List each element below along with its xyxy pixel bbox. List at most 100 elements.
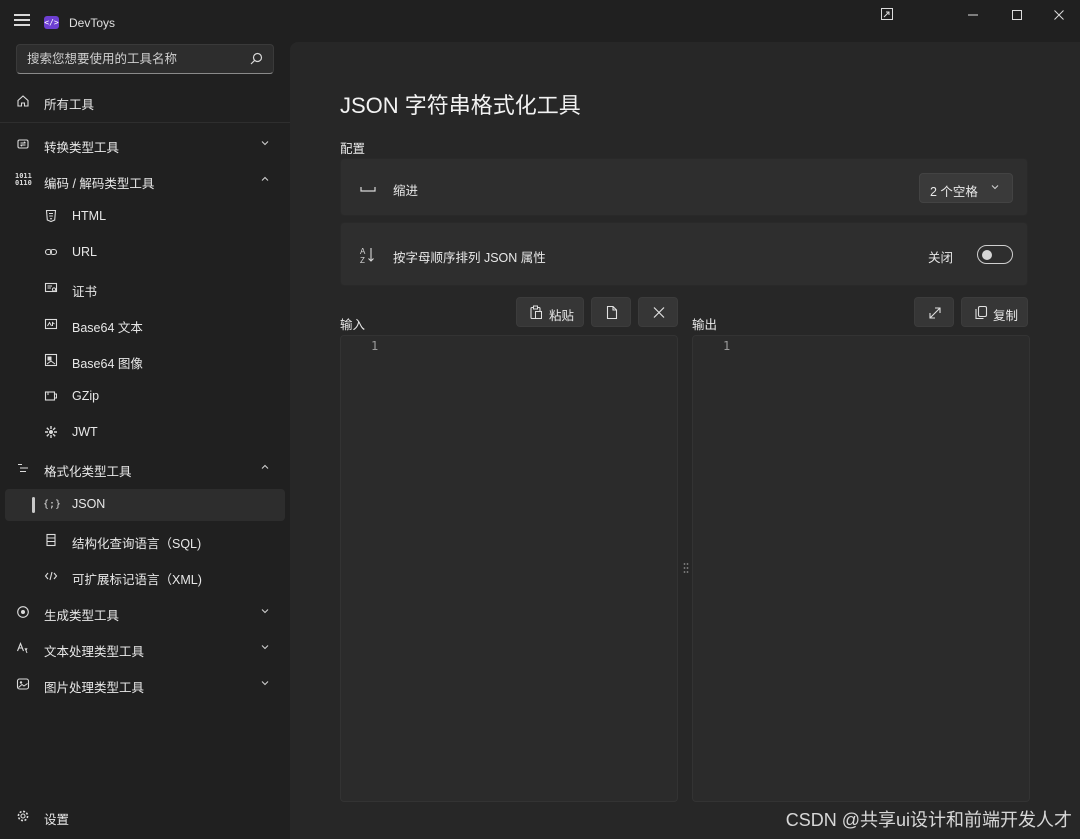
gear-icon: [15, 809, 31, 825]
chevron-up-icon: [259, 462, 271, 474]
sidebar-item-label: 编码 / 解码类型工具: [44, 177, 155, 191]
svg-text:Z: Z: [360, 256, 365, 264]
paste-label: 粘贴: [549, 309, 575, 323]
search-input[interactable]: [25, 50, 245, 68]
link-icon: [43, 245, 59, 261]
copy-label: 复制: [993, 309, 1019, 323]
input-label: 输入: [340, 318, 366, 332]
sidebar-item-label: URL: [72, 245, 98, 259]
output-label: 输出: [692, 318, 718, 332]
chevron-down-icon: [259, 642, 271, 654]
svg-text:A: A: [360, 247, 366, 256]
clear-button[interactable]: [638, 297, 678, 327]
sidebar-item-label: 格式化类型工具: [44, 465, 132, 479]
hamburger-menu-icon[interactable]: [14, 14, 30, 26]
sidebar-item-label: JWT: [72, 425, 98, 439]
sidebar-item-text[interactable]: 文本处理类型工具: [5, 633, 285, 665]
sidebar-item-label: Base64 文本: [72, 321, 143, 335]
input-editor[interactable]: 1: [340, 335, 678, 802]
divider: [0, 122, 290, 123]
sidebar-item-label: 文本处理类型工具: [44, 645, 145, 659]
sidebar-item-label: 生成类型工具: [44, 609, 120, 623]
sidebar-item-xml[interactable]: 可扩展标记语言（XML): [5, 561, 285, 593]
copy-button[interactable]: 复制: [961, 297, 1028, 327]
sidebar-item-label: 结构化查询语言（SQL): [72, 537, 202, 551]
indent-dropdown[interactable]: 2 个空格: [919, 173, 1013, 203]
open-file-button[interactable]: [591, 297, 631, 327]
sidebar-item-label: 图片处理类型工具: [44, 681, 145, 695]
jwt-icon: [43, 425, 59, 441]
sidebar-item-certificate[interactable]: 证书: [5, 273, 285, 305]
generator-icon: [15, 605, 31, 621]
sidebar-item-all-tools[interactable]: 所有工具: [5, 86, 285, 118]
chevron-up-icon: [259, 174, 271, 186]
sort-toggle-state: 关闭: [927, 251, 953, 265]
indent-value: 2 个空格: [930, 185, 978, 199]
sort-toggle-switch[interactable]: [977, 245, 1013, 264]
sidebar-item-html[interactable]: HTML: [5, 201, 285, 233]
sidebar-item-label: 设置: [44, 813, 70, 827]
home-icon: [15, 94, 31, 110]
search-box[interactable]: [16, 44, 274, 74]
minimize-icon[interactable]: [956, 4, 990, 28]
indent-label: 缩进: [393, 184, 419, 198]
sidebar-item-label: JSON: [72, 497, 106, 511]
close-icon: [652, 305, 666, 320]
sidebar-item-formatters[interactable]: 格式化类型工具: [5, 453, 285, 485]
sidebar-item-settings[interactable]: 设置: [5, 801, 285, 833]
close-icon[interactable]: [1042, 4, 1076, 28]
sidebar: 所有工具 转换类型工具 10110110 编码 / 解码类型工具 HTML: [0, 32, 290, 839]
indent-space-icon: [359, 180, 377, 196]
clipboard-paste-icon: [529, 305, 543, 320]
sidebar-item-url[interactable]: URL: [5, 237, 285, 269]
sidebar-item-label: GZip: [72, 389, 100, 403]
toggle-knob: [982, 250, 992, 260]
sidebar-item-gzip[interactable]: GZip: [5, 381, 285, 413]
binary-icon: 1011 0110: [15, 172, 32, 187]
sidebar-item-jwt[interactable]: JWT: [5, 417, 285, 449]
sidebar-item-label: 可扩展标记语言（XML): [72, 573, 202, 587]
chevron-down-icon: [990, 182, 1000, 195]
sidebar-item-graphic[interactable]: 图片处理类型工具: [5, 669, 285, 701]
sidebar-item-label: 证书: [72, 285, 98, 299]
image-icon: [43, 353, 59, 369]
line-number: 1: [371, 339, 379, 353]
paste-button[interactable]: 粘贴: [516, 297, 584, 327]
sidebar-item-label: Base64 图像: [72, 357, 143, 371]
sidebar-item-base64-text[interactable]: Base64 文本: [5, 309, 285, 341]
sort-alphabetical-icon: AZ: [359, 246, 377, 265]
sidebar-item-label: HTML: [72, 209, 107, 223]
expand-button[interactable]: [914, 297, 954, 327]
expand-icon: [928, 305, 942, 320]
copy-icon: [974, 305, 988, 320]
certificate-icon: [43, 281, 59, 297]
chevron-down-icon: [259, 606, 271, 618]
line-number: 1: [723, 339, 731, 353]
base64-text-icon: [43, 317, 59, 333]
chevron-down-icon: [259, 678, 271, 690]
database-table-icon: [43, 533, 59, 549]
main-content: JSON 字符串格式化工具 配置 缩进 2 个空格 AZ 按字母顺序排列 JSO…: [290, 42, 1080, 839]
search-icon[interactable]: [248, 51, 264, 67]
output-editor[interactable]: 1: [692, 335, 1030, 802]
chevron-down-icon: [259, 138, 271, 150]
indent-setting-card: 缩进 2 个空格: [340, 158, 1028, 216]
maximize-icon[interactable]: [1000, 4, 1034, 28]
sidebar-item-json[interactable]: {;} JSON: [5, 489, 285, 521]
sidebar-item-generators[interactable]: 生成类型工具: [5, 597, 285, 629]
compact-overlay-icon[interactable]: [870, 4, 904, 28]
devtoys-window: </> DevToys 所有工具: [0, 0, 1080, 839]
sidebar-item-converters[interactable]: 转换类型工具: [5, 129, 285, 161]
panel-splitter-grip-icon[interactable]: [683, 562, 689, 574]
html5-icon: [43, 209, 59, 225]
watermark-text: CSDN @共享ui设计和前端开发人才: [785, 810, 1072, 830]
window-title: DevToys: [69, 16, 116, 30]
sort-setting-card: AZ 按字母顺序排列 JSON 属性 关闭: [340, 222, 1028, 286]
selection-indicator: [32, 497, 35, 513]
sidebar-item-sql[interactable]: 结构化查询语言（SQL): [5, 525, 285, 557]
config-section-label: 配置: [340, 142, 366, 156]
converter-icon: [15, 137, 31, 153]
sidebar-item-encoders[interactable]: 1011 0110 编码 / 解码类型工具: [5, 165, 285, 197]
sidebar-item-base64-image[interactable]: Base64 图像: [5, 345, 285, 377]
sidebar-item-label: 转换类型工具: [44, 141, 120, 155]
